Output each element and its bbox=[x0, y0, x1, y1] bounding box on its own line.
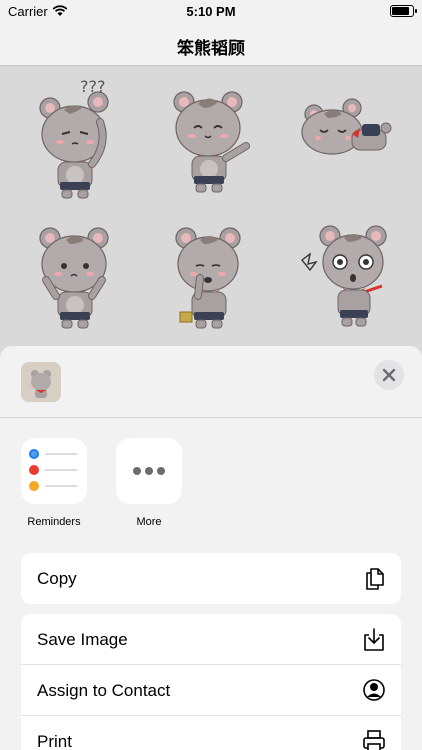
share-app-label: More bbox=[136, 516, 162, 528]
share-app-reminders[interactable]: Reminders bbox=[21, 438, 87, 528]
save-image-label: Save Image bbox=[37, 630, 128, 649]
more-icon bbox=[116, 438, 182, 504]
sticker-surprised-bear[interactable] bbox=[298, 216, 398, 346]
close-icon bbox=[382, 368, 396, 382]
share-sheet-header bbox=[0, 346, 422, 418]
save-image-icon bbox=[364, 628, 384, 651]
status-bar: Carrier 5:10 PM bbox=[0, 0, 422, 22]
sticker-grid: ??? bbox=[0, 66, 422, 356]
sticker-confused-bear[interactable]: ??? bbox=[28, 72, 128, 202]
reminders-icon bbox=[21, 438, 87, 504]
share-app-label: Reminders bbox=[27, 516, 81, 528]
save-image-action[interactable]: Save Image bbox=[21, 614, 401, 665]
print-action[interactable]: Print bbox=[21, 716, 401, 750]
share-app-more[interactable]: More bbox=[116, 438, 182, 528]
sticker-eating-bear[interactable] bbox=[162, 216, 262, 346]
shared-image-thumbnail bbox=[21, 362, 61, 402]
print-label: Print bbox=[37, 732, 72, 750]
sticker-sad-bear[interactable] bbox=[28, 216, 128, 346]
sticker-waving-bear[interactable] bbox=[162, 72, 262, 202]
share-apps-row: Reminders More bbox=[0, 438, 422, 528]
assign-contact-label: Assign to Contact bbox=[37, 681, 171, 700]
copy-action[interactable]: Copy bbox=[21, 553, 401, 604]
copy-group: Copy bbox=[21, 553, 401, 604]
share-sheet: Reminders More Copy Save Image Assign to… bbox=[0, 346, 422, 750]
sticker-lying-bear[interactable] bbox=[298, 72, 398, 202]
page-title: 笨熊韬顾 bbox=[177, 39, 245, 58]
battery-level bbox=[392, 7, 409, 15]
navigation-bar: 笨熊韬顾 bbox=[0, 22, 422, 66]
copy-icon bbox=[366, 568, 384, 590]
assign-contact-action[interactable]: Assign to Contact bbox=[21, 665, 401, 716]
print-icon bbox=[363, 730, 385, 750]
contact-icon bbox=[363, 679, 385, 701]
close-button[interactable] bbox=[374, 360, 404, 390]
clock: 5:10 PM bbox=[186, 4, 236, 19]
actions-group: Save Image Assign to Contact Print bbox=[21, 614, 401, 750]
battery-icon bbox=[390, 5, 417, 17]
copy-label: Copy bbox=[37, 569, 77, 588]
